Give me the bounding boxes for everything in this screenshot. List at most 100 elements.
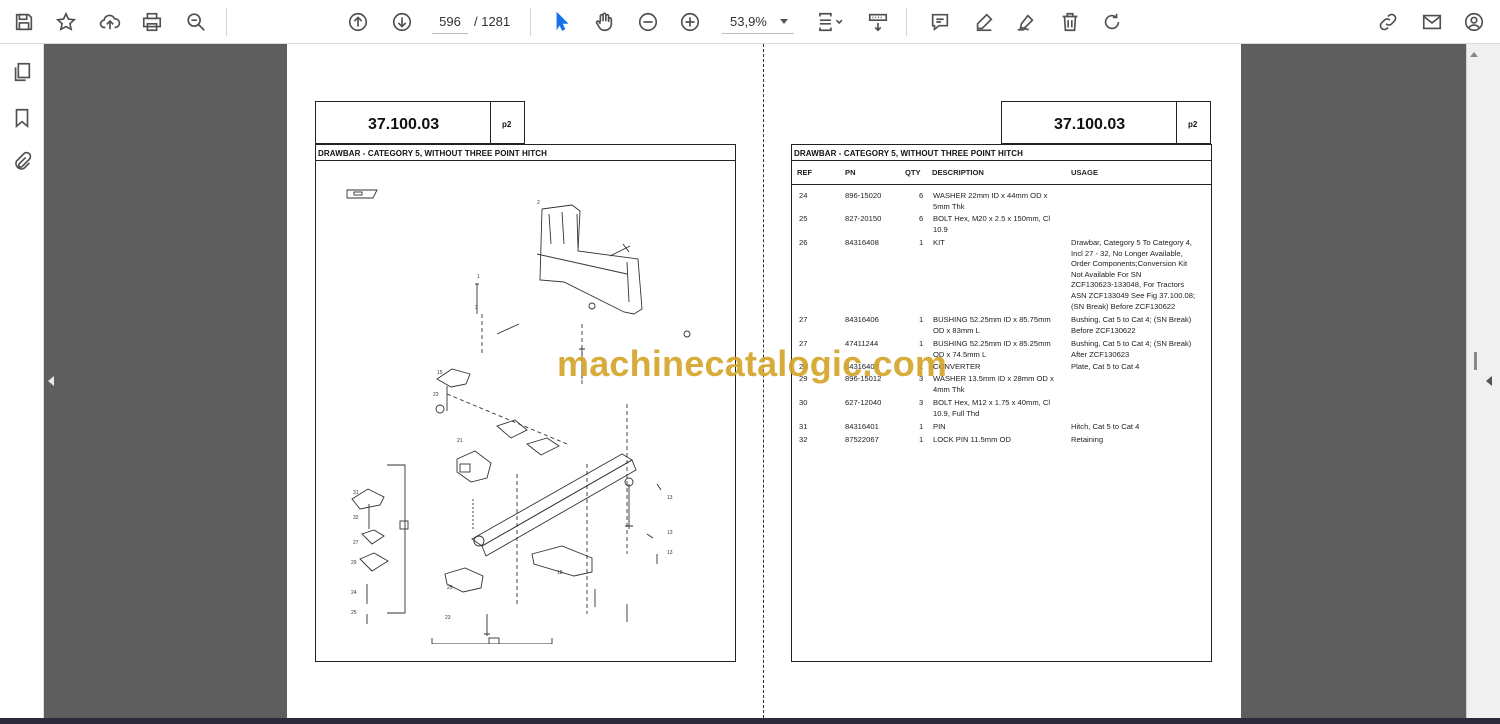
select-cursor-icon[interactable]: [548, 8, 576, 36]
delete-icon[interactable]: [1056, 8, 1084, 36]
rotate-icon[interactable]: [1098, 8, 1126, 36]
toolbar: / 1281 53,9%: [0, 0, 1500, 44]
left-nav-panel: [0, 44, 44, 724]
col-header-description: DESCRIPTION: [932, 168, 984, 177]
page-label-box: p2: [490, 101, 525, 144]
usage-line: Order Components;Conversion Kit: [1071, 259, 1188, 269]
print-icon[interactable]: [138, 8, 166, 36]
usage-line: ASN ZCF133049 See Fig 37.100.08;: [1071, 290, 1196, 300]
scroll-up-icon[interactable]: [1470, 52, 1478, 57]
cell-description: BUSHING 52.25mm ID x 85.25mm OD x 74.5mm …: [933, 339, 1068, 360]
cell-ref: 31: [799, 422, 808, 431]
description-line: BUSHING 52.25mm ID x 85.75mm: [933, 315, 1051, 324]
svg-text:32: 32: [353, 515, 359, 521]
usage-line: Incl 27 - 32, No Longer Available,: [1071, 248, 1183, 258]
account-icon[interactable]: [1460, 8, 1488, 36]
svg-text:23: 23: [445, 615, 451, 621]
cell-pn: 896-15020: [845, 191, 882, 200]
description-line: BOLT Hex, M20 x 2.5 x 150mm, Cl: [933, 214, 1051, 223]
cell-description: BUSHING 52.25mm ID x 85.75mm OD x 83mm L: [933, 315, 1068, 336]
usage-line: Not Available For SN: [1071, 269, 1142, 279]
usage-line: Drawbar, Category 5 To Category 4,: [1071, 238, 1192, 247]
cell-qty: 1: [919, 238, 924, 247]
usage-line: After ZCF130623: [1071, 349, 1130, 359]
page-total: / 1281: [474, 14, 511, 29]
right-panel-strip: [1466, 44, 1500, 724]
prev-page-icon[interactable]: [344, 8, 372, 36]
fit-page-icon[interactable]: [812, 8, 848, 36]
sign-icon[interactable]: [1012, 8, 1040, 36]
description-line: KIT: [933, 238, 945, 247]
panel-splitter-handle[interactable]: [1474, 352, 1477, 370]
cell-usage: Plate, Cat 5 to Cat 4: [1071, 362, 1206, 373]
attachments-icon[interactable]: [8, 148, 36, 176]
zoom-select[interactable]: 53,9%: [722, 10, 794, 34]
cell-pn: 84316406: [845, 315, 879, 324]
toolbar-separator: [226, 8, 227, 36]
cell-qty: 6: [919, 191, 924, 200]
svg-text:13: 13: [667, 495, 673, 501]
svg-text:13: 13: [667, 550, 673, 556]
comment-icon[interactable]: [926, 8, 954, 36]
description-line: BUSHING 52.25mm ID x 85.25mm: [933, 339, 1051, 348]
cell-description: LOCK PIN 11.5mm OD: [933, 435, 1068, 446]
cell-description: BOLT Hex, M12 x 1.75 x 40mm, Cl 10.9, Ful…: [933, 398, 1068, 419]
description-line: CONVERTER: [933, 362, 981, 371]
bookmark-star-icon[interactable]: [52, 8, 80, 36]
page-label-box: p2: [1176, 101, 1211, 144]
expand-right-panel-icon[interactable]: [1486, 376, 1492, 386]
save-icon[interactable]: [10, 8, 38, 36]
description-line: PIN: [933, 422, 946, 431]
svg-text:27: 27: [353, 540, 359, 546]
svg-text:2: 2: [537, 200, 540, 206]
chevron-down-icon: [780, 19, 788, 24]
svg-text:29: 29: [351, 560, 357, 566]
cell-usage: Drawbar, Category 5 To Category 4, Incl 2…: [1071, 238, 1206, 312]
cell-qty: 6: [919, 214, 924, 223]
toolbar-separator: [530, 8, 531, 36]
section-title: DRAWBAR - CATEGORY 5, WITHOUT THREE POIN…: [318, 149, 547, 158]
cell-usage: Hitch, Cat 5 to Cat 4: [1071, 422, 1206, 433]
cell-ref: 25: [799, 214, 808, 223]
svg-text:13: 13: [667, 530, 673, 536]
highlight-icon[interactable]: [970, 8, 998, 36]
zoom-out-icon[interactable]: [634, 8, 662, 36]
mail-icon[interactable]: [1418, 8, 1446, 36]
svg-text:18: 18: [557, 570, 563, 576]
cell-usage: Bushing, Cat 5 to Cat 4; (SN Break) After…: [1071, 339, 1206, 360]
cell-ref: 26: [799, 238, 808, 247]
bookmarks-icon[interactable]: [8, 104, 36, 132]
description-line: BOLT Hex, M12 x 1.75 x 40mm, Cl: [933, 398, 1051, 407]
upload-icon[interactable]: [96, 8, 124, 36]
link-icon[interactable]: [1374, 8, 1402, 36]
svg-text:3: 3: [475, 305, 478, 311]
cell-pn: 84316408: [845, 238, 879, 247]
description-line: 10.9, Full Thd: [933, 408, 980, 418]
col-header-pn: PN: [845, 168, 856, 177]
zoom-in-icon[interactable]: [676, 8, 704, 36]
usage-line: Retaining: [1071, 435, 1104, 444]
cell-pn: 627-12040: [845, 398, 882, 407]
description-line: WASHER 13.5mm ID x 28mm OD x: [933, 374, 1054, 383]
hand-icon[interactable]: [590, 8, 618, 36]
pages-icon[interactable]: [8, 58, 36, 86]
page-code-box: 37.100.03: [315, 101, 491, 144]
collapse-left-panel-icon[interactable]: [48, 376, 54, 386]
scroll-mode-icon[interactable]: [864, 8, 892, 36]
page-number-input[interactable]: [432, 10, 468, 34]
cell-description: CONVERTER: [933, 362, 1068, 373]
col-header-qty: QTY: [905, 168, 921, 177]
cell-qty: 3: [919, 398, 924, 407]
col-header-usage: USAGE: [1071, 168, 1099, 177]
cell-pn: 84316401: [845, 422, 879, 431]
section-title: DRAWBAR - CATEGORY 5, WITHOUT THREE POIN…: [794, 149, 1023, 158]
description-line: WASHER 22mm ID x 44mm OD x: [933, 191, 1048, 200]
description-line: OD x 74.5mm L: [933, 349, 987, 359]
usage-line: Hitch, Cat 5 to Cat 4: [1071, 422, 1140, 431]
zoom-search-icon[interactable]: [182, 8, 210, 36]
cell-description: PIN: [933, 422, 1068, 433]
next-page-icon[interactable]: [388, 8, 416, 36]
cell-qty: 1: [919, 422, 924, 431]
svg-text:15: 15: [437, 370, 443, 376]
usage-line: Before ZCF130622: [1071, 325, 1136, 335]
